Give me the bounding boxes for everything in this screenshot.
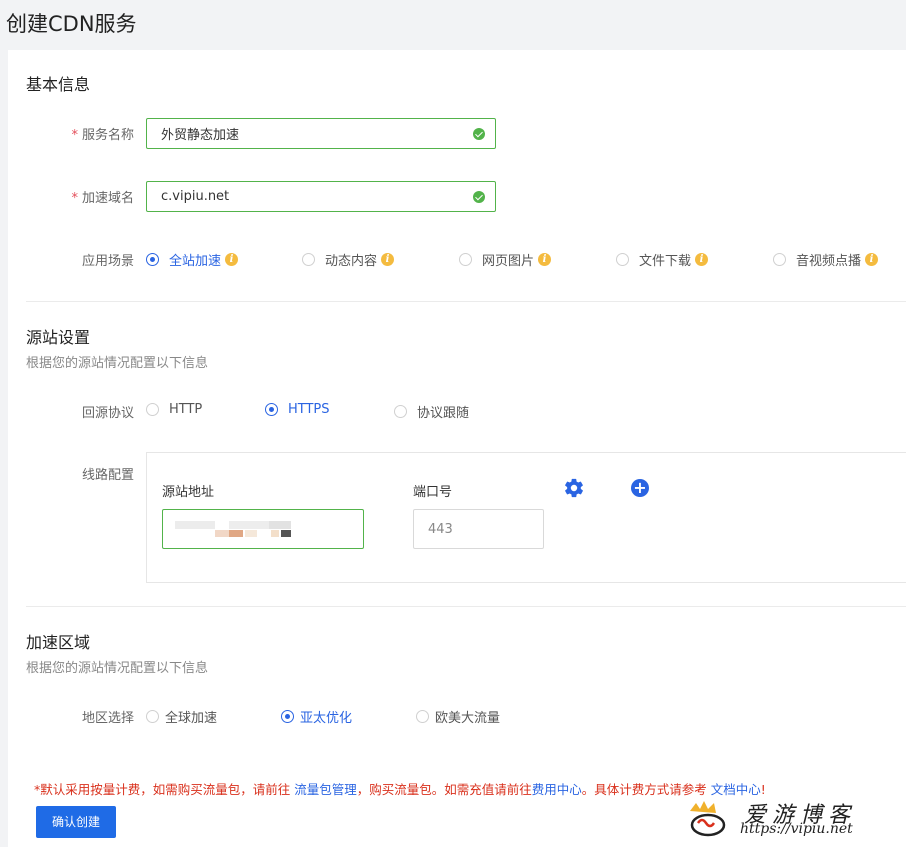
origin-address-input[interactable]	[162, 509, 364, 549]
region-option-euam[interactable]: 欧美大流量	[416, 707, 500, 726]
protocol-option-follow[interactable]: 协议跟随	[394, 402, 469, 421]
service-name-input[interactable]: 外贸静态加速	[146, 118, 496, 149]
radio-dot	[394, 405, 407, 418]
origin-address-header: 源站地址	[162, 485, 215, 500]
region-option-apac[interactable]: 亚太优化	[281, 707, 352, 726]
confirm-create-button[interactable]: 确认创建	[36, 806, 116, 838]
service-name-label: * 服务名称	[71, 128, 134, 143]
domain-label: * 加速域名	[71, 191, 134, 206]
divider	[26, 301, 906, 302]
section-title-region: 加速区域	[26, 633, 91, 652]
port-header: 端口号	[413, 485, 453, 500]
domain-input[interactable]: c.vipiu.net	[146, 181, 496, 212]
redacted-text	[229, 530, 243, 537]
create-cdn-form: 基本信息 * 服务名称 外贸静态加速 * 加速域名 c.vipiu.net 应用场景…	[8, 50, 906, 847]
scene-option-dynamic[interactable]: 动态内容 i	[302, 250, 395, 269]
redacted-text	[215, 530, 229, 537]
scene-option-full[interactable]: 全站加速 i	[146, 250, 239, 269]
blog-logo-icon	[690, 801, 726, 837]
divider	[26, 606, 906, 607]
scene-option-download[interactable]: 文件下载 i	[616, 250, 709, 269]
port-placeholder: 443	[428, 521, 453, 537]
valid-check-icon	[473, 127, 485, 140]
redacted-text	[271, 530, 279, 537]
redacted-text	[281, 530, 291, 537]
valid-check-icon	[473, 190, 485, 203]
protocol-option-http[interactable]: HTTP	[146, 402, 202, 417]
billing-notice: *默认采用按量计费，如需购买流量包，请前往 流量包管理，购买流量包。如需充值请前…	[34, 782, 766, 797]
page-title: 创建CDN服务	[6, 12, 137, 36]
radio-dot	[616, 253, 629, 266]
billing-center-link[interactable]: 费用中心	[532, 782, 582, 797]
radio-dot	[416, 710, 429, 723]
region-label: 地区选择	[81, 711, 134, 726]
radio-dot	[302, 253, 315, 266]
traffic-package-link[interactable]: 流量包管理	[294, 782, 357, 797]
service-name-value: 外贸静态加速	[161, 128, 240, 143]
radio-dot	[459, 253, 472, 266]
redacted-text	[229, 521, 269, 529]
redacted-text	[269, 521, 291, 529]
scene-option-image[interactable]: 网页图片 i	[459, 250, 552, 269]
radio-dot	[146, 253, 159, 266]
info-icon[interactable]: i	[865, 253, 879, 266]
redacted-text	[175, 521, 215, 529]
watermark-url: https://vipiu.net	[740, 821, 853, 837]
scene-option-video[interactable]: 音视频点播 i	[773, 250, 879, 269]
radio-dot	[146, 403, 159, 416]
scene-label: 应用场景	[81, 254, 134, 269]
line-config-label: 线路配置	[81, 468, 134, 483]
docs-center-link[interactable]: 文档中心	[711, 782, 761, 797]
add-line-button[interactable]: +	[631, 479, 649, 497]
radio-dot	[773, 253, 786, 266]
region-option-global[interactable]: 全球加速	[146, 707, 217, 726]
gear-icon[interactable]	[563, 477, 585, 499]
protocol-label: 回源协议	[81, 406, 134, 421]
protocol-option-https[interactable]: HTTPS	[265, 402, 330, 417]
section-subtitle-origin: 根据您的源站情况配置以下信息	[26, 356, 209, 371]
line-config-panel: 源站地址 端口号 443 +	[146, 452, 906, 583]
info-icon[interactable]: i	[695, 253, 709, 266]
section-title-origin: 源站设置	[26, 328, 91, 347]
port-input[interactable]: 443	[413, 509, 544, 549]
info-icon[interactable]: i	[225, 253, 239, 266]
section-subtitle-region: 根据您的源站情况配置以下信息	[26, 661, 209, 676]
radio-dot	[146, 710, 159, 723]
redacted-text	[245, 530, 257, 537]
section-title-basic: 基本信息	[26, 75, 91, 94]
domain-value: c.vipiu.net	[161, 189, 230, 204]
radio-dot	[281, 710, 294, 723]
info-icon[interactable]: i	[538, 253, 552, 266]
watermark: 爱游博客 https://vipiu.net	[688, 797, 888, 841]
info-icon[interactable]: i	[381, 253, 395, 266]
radio-dot	[265, 403, 278, 416]
